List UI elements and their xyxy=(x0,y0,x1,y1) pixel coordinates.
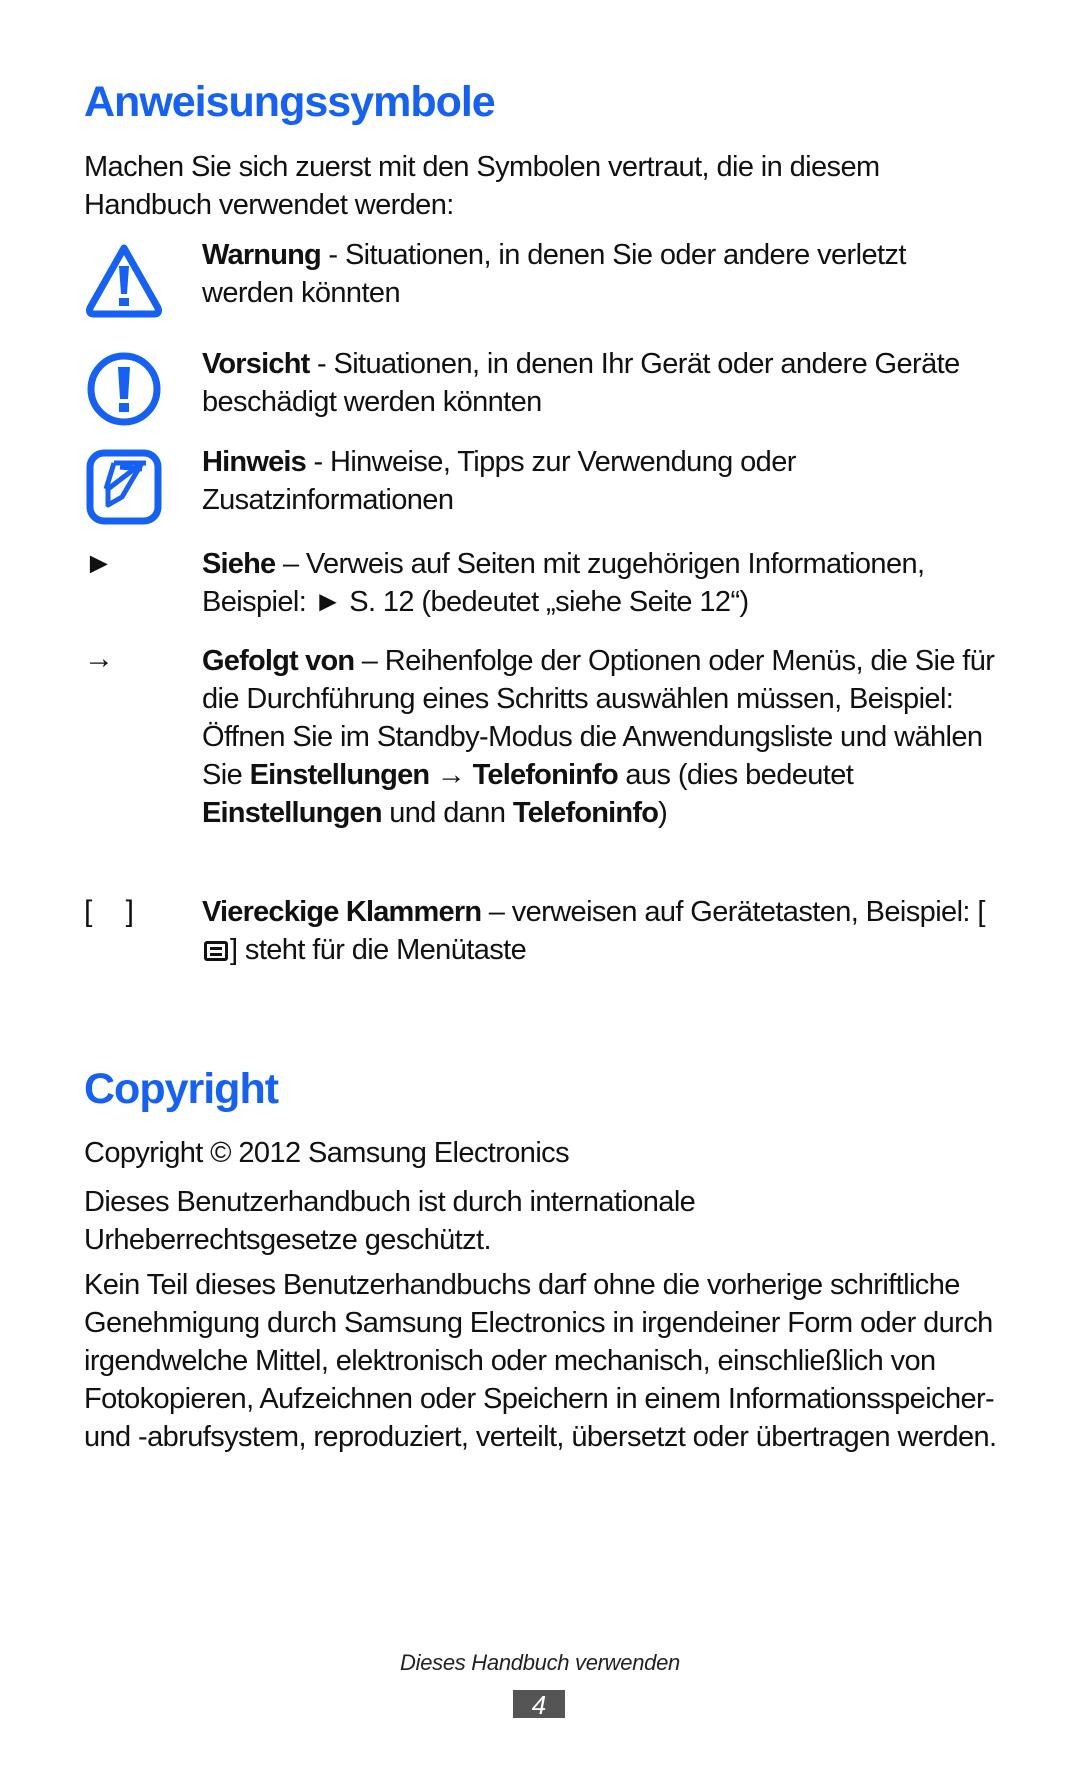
description: – verweisen auf Gerätetasten, Beispiel: … xyxy=(481,896,986,928)
page-number: 4 xyxy=(513,1690,565,1720)
copyright-line: Copyright © 2012 Samsung Electronics xyxy=(84,1137,570,1169)
see-triangle-icon: ► xyxy=(313,586,343,618)
description: ) xyxy=(658,797,668,829)
term: Hinweis xyxy=(202,446,307,478)
see-triangle-icon: ► xyxy=(84,547,114,580)
menu-path: Telefoninfo xyxy=(472,759,619,791)
term: Viereckige Klammern xyxy=(202,896,482,928)
item-text: Siehe – Verweis auf Seiten mit zugehörig… xyxy=(202,545,1002,621)
copyright-paragraph: Kein Teil dieses Benutzerhandbuchs darf … xyxy=(84,1269,997,1453)
warning-triangle-icon xyxy=(86,244,162,318)
description: und dann xyxy=(381,797,513,829)
note-pencil-icon xyxy=(86,449,162,525)
term: Warnung xyxy=(202,239,322,271)
item-text: Hinweis - Hinweise, Tipps zur Verwendung… xyxy=(202,443,1002,519)
section-title-copyright: Copyright xyxy=(84,1065,279,1113)
menu-path: Einstellungen xyxy=(249,759,431,791)
menu-key-icon xyxy=(204,941,228,961)
description: - Situationen, in denen Ihr Gerät oder a… xyxy=(202,348,960,418)
item-text: Viereckige Klammern – verweisen auf Gerä… xyxy=(202,893,1002,969)
description: ] steht für die Menütaste xyxy=(230,934,527,966)
item-text: Warnung - Situationen, in denen Sie oder… xyxy=(202,236,1002,312)
section-title-anweisungssymbole: Anweisungssymbole xyxy=(84,78,496,126)
description: aus (dies bedeutet xyxy=(617,759,854,791)
brackets-icon: [ ] xyxy=(84,895,135,928)
item-text: Gefolgt von – Reihenfolge der Optionen o… xyxy=(202,642,1002,832)
term: Gefolgt von xyxy=(202,645,355,677)
term: Vorsicht xyxy=(202,348,310,380)
menu-path: Telefoninfo xyxy=(512,797,659,829)
item-text: Vorsicht - Situationen, in denen Ihr Ger… xyxy=(202,345,1002,421)
term: Siehe xyxy=(202,548,276,580)
footer-chapter-title: Dieses Handbuch verwenden xyxy=(400,1650,680,1675)
arrow-right-icon: → xyxy=(429,759,473,791)
arrow-right-icon: → xyxy=(84,642,114,675)
example-text: S. 12 (bedeutet „siehe Seite 12“) xyxy=(341,586,749,618)
intro-paragraph: Machen Sie sich zuerst mit den Symbolen … xyxy=(84,151,880,221)
caution-circle-icon xyxy=(87,352,161,426)
copyright-paragraph: Dieses Benutzerhandbuch ist durch intern… xyxy=(84,1186,696,1256)
menu-path: Einstellungen xyxy=(202,797,383,829)
